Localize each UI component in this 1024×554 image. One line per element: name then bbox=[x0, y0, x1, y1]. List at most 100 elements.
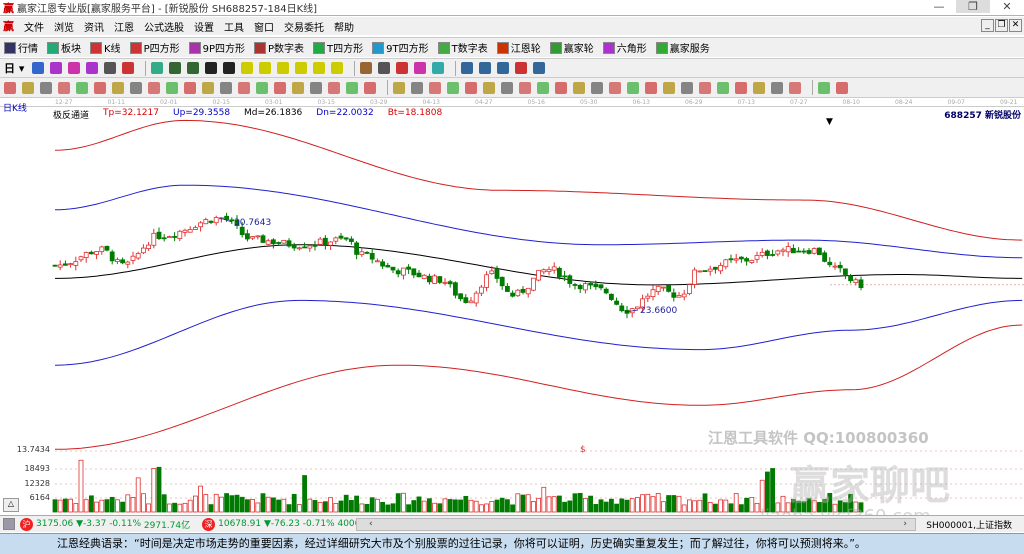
drawing-tool-icon[interactable] bbox=[681, 81, 693, 94]
drawing-tool-icon[interactable] bbox=[94, 81, 106, 94]
toolbar-button[interactable]: 赢家服务 bbox=[655, 40, 710, 55]
drawing-tool-icon[interactable] bbox=[256, 81, 268, 94]
period-select[interactable]: 日 ▾ bbox=[4, 60, 24, 76]
toolbar-button[interactable]: 六角形 bbox=[602, 40, 647, 55]
drawing-tool-icon[interactable] bbox=[717, 81, 729, 94]
chart-tool-icon[interactable] bbox=[241, 62, 254, 74]
drawing-tool-icon[interactable] bbox=[447, 81, 459, 94]
toolbar-button[interactable]: T四方形 bbox=[313, 40, 363, 55]
menu-settings[interactable]: 设置 bbox=[194, 19, 214, 34]
toolbar-button[interactable]: 江恩轮 bbox=[496, 40, 541, 55]
grid-icon[interactable] bbox=[3, 518, 15, 530]
minimize-button[interactable]: — bbox=[922, 0, 956, 13]
drawing-tool-icon[interactable] bbox=[609, 81, 621, 94]
drawing-tool-icon[interactable] bbox=[789, 81, 801, 94]
toolbar-button[interactable]: P四方形 bbox=[129, 40, 180, 55]
toolbar-button[interactable]: P数字表 bbox=[254, 40, 304, 55]
menu-window[interactable]: 窗口 bbox=[254, 19, 274, 34]
drawing-tool-icon[interactable] bbox=[555, 81, 567, 94]
chart-tool-icon[interactable] bbox=[277, 62, 290, 74]
menu-trade[interactable]: 交易委托 bbox=[284, 19, 324, 34]
drawing-tool-icon[interactable] bbox=[112, 81, 124, 94]
chart-tool-icon[interactable] bbox=[313, 62, 326, 74]
menu-tools[interactable]: 工具 bbox=[224, 19, 244, 34]
chart-tool-icon[interactable] bbox=[479, 62, 492, 74]
drawing-tool-icon[interactable] bbox=[627, 81, 639, 94]
chart-tool-icon[interactable] bbox=[151, 62, 164, 74]
chart-tool-icon[interactable] bbox=[378, 62, 391, 74]
menu-browse[interactable]: 浏览 bbox=[54, 19, 74, 34]
mdi-close-button[interactable]: ✕ bbox=[1009, 19, 1022, 32]
chart-tool-icon[interactable] bbox=[187, 62, 200, 74]
chart-tool-icon[interactable] bbox=[259, 62, 272, 74]
chart-tool-icon[interactable] bbox=[223, 62, 236, 74]
drawing-tool-icon[interactable] bbox=[836, 81, 848, 94]
drawing-tool-icon[interactable] bbox=[663, 81, 675, 94]
drawing-tool-icon[interactable] bbox=[346, 81, 358, 94]
chart-tool-icon[interactable] bbox=[432, 62, 445, 74]
index-name[interactable]: SH000001,上证指数 bbox=[926, 518, 1012, 531]
drawing-tool-icon[interactable] bbox=[202, 81, 214, 94]
chart-tool-icon[interactable] bbox=[295, 62, 308, 74]
chart-tool-icon[interactable] bbox=[360, 62, 373, 74]
collapse-button[interactable]: △ bbox=[3, 498, 19, 512]
chart-tool-icon[interactable] bbox=[169, 62, 182, 74]
drawing-tool-icon[interactable] bbox=[735, 81, 747, 94]
chart-tool-icon[interactable] bbox=[533, 62, 546, 74]
drawing-tool-icon[interactable] bbox=[76, 81, 88, 94]
restore-button[interactable]: ❐ bbox=[956, 0, 990, 13]
toolbar-button[interactable]: 9P四方形 bbox=[188, 40, 245, 55]
menu-formula[interactable]: 公式选股 bbox=[144, 19, 184, 34]
drawing-tool-icon[interactable] bbox=[573, 81, 585, 94]
menu-news[interactable]: 资讯 bbox=[84, 19, 104, 34]
drawing-tool-icon[interactable] bbox=[483, 81, 495, 94]
chart-tool-icon[interactable] bbox=[68, 62, 81, 74]
chart-tool-icon[interactable] bbox=[515, 62, 528, 74]
toolbar-button[interactable]: 赢家轮 bbox=[549, 40, 594, 55]
drawing-tool-icon[interactable] bbox=[292, 81, 304, 94]
chart-tool-icon[interactable] bbox=[86, 62, 99, 74]
menu-gann[interactable]: 江恩 bbox=[114, 19, 134, 34]
chart-tool-icon[interactable] bbox=[50, 62, 63, 74]
toolbar-button[interactable]: 板块 bbox=[47, 40, 81, 55]
drawing-tool-icon[interactable] bbox=[22, 81, 34, 94]
toolbar-button[interactable]: 9T四方形 bbox=[372, 40, 429, 55]
chart-tool-icon[interactable] bbox=[205, 62, 218, 74]
drawing-tool-icon[interactable] bbox=[393, 81, 405, 94]
close-button[interactable]: ✕ bbox=[990, 0, 1024, 13]
drawing-tool-icon[interactable] bbox=[519, 81, 531, 94]
drawing-tool-icon[interactable] bbox=[645, 81, 657, 94]
drawing-tool-icon[interactable] bbox=[501, 81, 513, 94]
drawing-tool-icon[interactable] bbox=[184, 81, 196, 94]
drawing-tool-icon[interactable] bbox=[4, 81, 16, 94]
chart-tool-icon[interactable] bbox=[461, 62, 474, 74]
mdi-restore-button[interactable]: ❐ bbox=[995, 19, 1008, 32]
drawing-tool-icon[interactable] bbox=[465, 81, 477, 94]
chart-tool-icon[interactable] bbox=[497, 62, 510, 74]
toolbar-button[interactable]: 行情 bbox=[4, 40, 38, 55]
drawing-tool-icon[interactable] bbox=[148, 81, 160, 94]
drawing-tool-icon[interactable] bbox=[238, 81, 250, 94]
drawing-tool-icon[interactable] bbox=[310, 81, 322, 94]
drawing-tool-icon[interactable] bbox=[699, 81, 711, 94]
chart-tool-icon[interactable] bbox=[331, 62, 344, 74]
drawing-tool-icon[interactable] bbox=[58, 81, 70, 94]
menu-help[interactable]: 帮助 bbox=[334, 19, 354, 34]
drawing-tool-icon[interactable] bbox=[411, 81, 423, 94]
drawing-tool-icon[interactable] bbox=[537, 81, 549, 94]
drawing-tool-icon[interactable] bbox=[220, 81, 232, 94]
drawing-tool-icon[interactable] bbox=[274, 81, 286, 94]
drawing-tool-icon[interactable] bbox=[364, 81, 376, 94]
chart-tool-icon[interactable] bbox=[396, 62, 409, 74]
mdi-minimize-button[interactable]: _ bbox=[981, 19, 994, 32]
toolbar-button[interactable]: K线 bbox=[90, 40, 121, 55]
horizontal-scrollbar[interactable]: ‹ › bbox=[356, 518, 916, 531]
chart-tool-icon[interactable] bbox=[104, 62, 117, 74]
chart-tool-icon[interactable] bbox=[414, 62, 427, 74]
drawing-tool-icon[interactable] bbox=[166, 81, 178, 94]
menu-file[interactable]: 文件 bbox=[24, 19, 44, 34]
toolbar-button[interactable]: T数字表 bbox=[437, 40, 488, 55]
drawing-tool-icon[interactable] bbox=[591, 81, 603, 94]
chart-tool-icon[interactable] bbox=[32, 62, 45, 74]
drawing-tool-icon[interactable] bbox=[40, 81, 52, 94]
